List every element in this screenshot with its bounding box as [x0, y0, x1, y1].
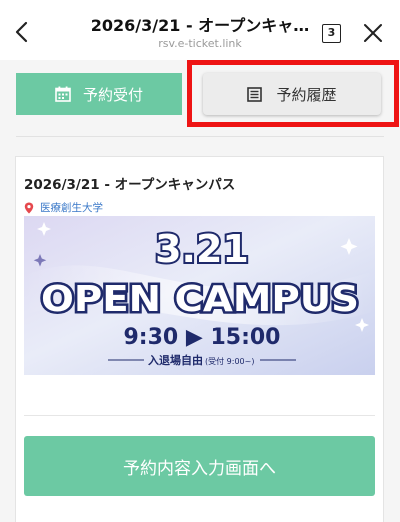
reservation-receive-label: 予約受付	[82, 85, 143, 104]
close-icon[interactable]	[362, 22, 384, 44]
banner-note: 入退場自由	[148, 353, 203, 367]
event-card: 2026/3/21 - オープンキャンパス 医療創生大学 3.21 OPEN C…	[15, 156, 384, 522]
page-title: 2026/3/21 - オープンキャ…	[90, 16, 310, 35]
location-pin-icon	[24, 202, 34, 213]
calendar-icon	[55, 86, 71, 102]
event-title: 2026/3/21 - オープンキャンパス	[24, 177, 236, 193]
highlight-box	[187, 60, 399, 127]
browser-header: 2026/3/21 - オープンキャ… rsv.e-ticket.link 3	[0, 0, 400, 60]
tab-count-button[interactable]: 3	[322, 24, 341, 43]
banner-date: 3.21	[155, 227, 249, 271]
reservation-receive-button[interactable]: 予約受付	[16, 73, 182, 115]
back-chevron-icon[interactable]	[10, 20, 34, 44]
banner-headline: OPEN CAMPUS	[41, 279, 359, 320]
open-campus-banner: 3.21 OPEN CAMPUS 9:30 ▶ 15:00 入退場自由 (受付 …	[24, 216, 375, 375]
page-domain: rsv.e-ticket.link	[158, 37, 242, 50]
event-location[interactable]: 医療創生大学	[24, 200, 103, 215]
banner-time: 9:30 ▶ 15:00	[124, 325, 281, 350]
banner-note-sub: (受付 9:00~)	[205, 356, 254, 366]
reservation-input-button[interactable]: 予約内容入力画面へ	[24, 436, 375, 496]
section-divider	[16, 136, 384, 137]
event-location-label: 医療創生大学	[40, 202, 103, 214]
card-divider	[24, 415, 375, 416]
